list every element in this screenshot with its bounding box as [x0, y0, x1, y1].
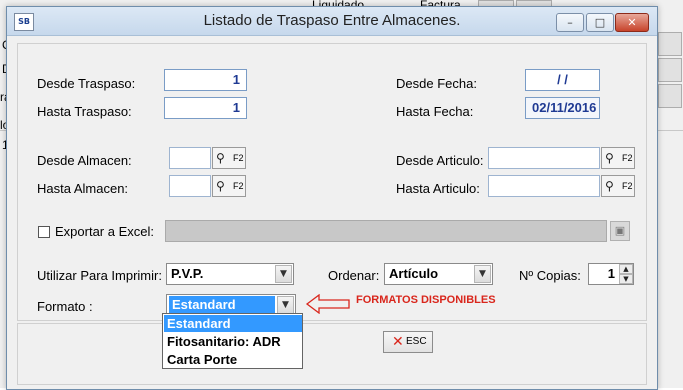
ordenar-select[interactable]: Artículo ▼ [384, 263, 493, 285]
chevron-down-icon[interactable]: ▼ [275, 265, 292, 283]
chevron-down-icon[interactable]: ▼ [474, 265, 491, 283]
binoculars-icon: ⚲ [605, 151, 614, 165]
hasta-articulo-lookup-button[interactable]: ⚲ F2 [601, 175, 635, 197]
listado-traspaso-dialog: SB Listado de Traspaso Entre Almacenes. … [6, 6, 658, 390]
ordenar-value: Artículo [389, 266, 439, 281]
desde-traspaso-label: Desde Traspaso: [37, 76, 136, 91]
formato-option[interactable]: Carta Porte [164, 351, 302, 368]
formato-value: Estandard [169, 296, 275, 314]
desde-fecha-input[interactable]: / / [525, 69, 600, 91]
utilizar-imprimir-value: P.V.P. [171, 266, 204, 281]
hasta-almacen-lookup-button[interactable]: ⚲ F2 [212, 175, 246, 197]
formato-option[interactable]: Fitosanitario: ADR [164, 333, 302, 350]
hasta-traspaso-label: Hasta Traspaso: [37, 104, 132, 119]
hasta-articulo-input[interactable] [488, 175, 600, 197]
filter-panel: Desde Traspaso: 1 Desde Fecha: / / Hasta… [17, 43, 647, 321]
desde-articulo-label: Desde Articulo: [396, 153, 484, 168]
desde-articulo-lookup-button[interactable]: ⚲ F2 [601, 147, 635, 169]
binoculars-icon: ⚲ [216, 151, 225, 165]
desde-traspaso-input[interactable]: 1 [164, 69, 247, 91]
hasta-almacen-input[interactable] [169, 175, 211, 197]
exportar-excel-label: Exportar a Excel: [55, 224, 154, 239]
copias-spinner[interactable]: ▲ ▼ [619, 264, 633, 284]
formatos-disponibles-annotation: FORMATOS DISPONIBLES [356, 294, 496, 306]
spin-down-icon[interactable]: ▼ [619, 274, 633, 284]
desde-articulo-input[interactable] [488, 147, 600, 169]
desde-almacen-label: Desde Almacen: [37, 153, 132, 168]
f2-key-label: F2 [622, 181, 633, 191]
bg-button-1[interactable] [658, 32, 682, 56]
hasta-articulo-label: Hasta Articulo: [396, 181, 480, 196]
utilizar-imprimir-select[interactable]: P.V.P. ▼ [166, 263, 294, 285]
annotation-arrow [305, 294, 350, 314]
close-button[interactable]: ✕ [615, 13, 649, 32]
f2-key-label: F2 [622, 153, 633, 163]
close-x-icon: ✕ [392, 334, 404, 350]
utilizar-imprimir-label: Utilizar Para Imprimir: [37, 268, 162, 283]
ordenar-label: Ordenar: [328, 268, 380, 283]
excel-path-field [165, 220, 607, 242]
bg-button-2[interactable] [658, 58, 682, 82]
title-bar[interactable]: SB Listado de Traspaso Entre Almacenes. … [7, 7, 657, 36]
hasta-traspaso-input[interactable]: 1 [164, 97, 247, 119]
copias-label: Nº Copias: [519, 268, 581, 283]
spin-up-icon[interactable]: ▲ [619, 264, 633, 274]
esc-button-label: ESC [406, 336, 427, 347]
formato-dropdown-list: Estandard Fitosanitario: ADR Carta Porte [162, 313, 303, 369]
button-bar: ✕ ESC [17, 323, 647, 385]
formato-label: Formato : [37, 299, 93, 314]
hasta-almacen-label: Hasta Almacen: [37, 181, 129, 196]
maximize-button[interactable]: □ [586, 13, 614, 32]
formato-option[interactable]: Estandard [164, 315, 302, 332]
binoculars-icon: ⚲ [605, 179, 614, 193]
f2-key-label: F2 [233, 153, 244, 163]
bg-button-3[interactable] [658, 84, 682, 108]
f2-key-label: F2 [233, 181, 244, 191]
exportar-excel-checkbox[interactable] [38, 226, 50, 238]
desde-fecha-label: Desde Fecha: [396, 76, 477, 91]
hasta-fecha-label: Hasta Fecha: [396, 104, 474, 119]
hasta-fecha-input[interactable]: 02/11/2016 [525, 97, 600, 119]
chevron-down-icon[interactable]: ▼ [277, 296, 294, 314]
floppy-disk-icon: ▣ [610, 221, 630, 241]
minimize-button[interactable]: – [556, 13, 584, 32]
binoculars-icon: ⚲ [216, 179, 225, 193]
desde-almacen-lookup-button[interactable]: ⚲ F2 [212, 147, 246, 169]
esc-button[interactable]: ✕ ESC [383, 331, 433, 353]
desde-almacen-input[interactable] [169, 147, 211, 169]
